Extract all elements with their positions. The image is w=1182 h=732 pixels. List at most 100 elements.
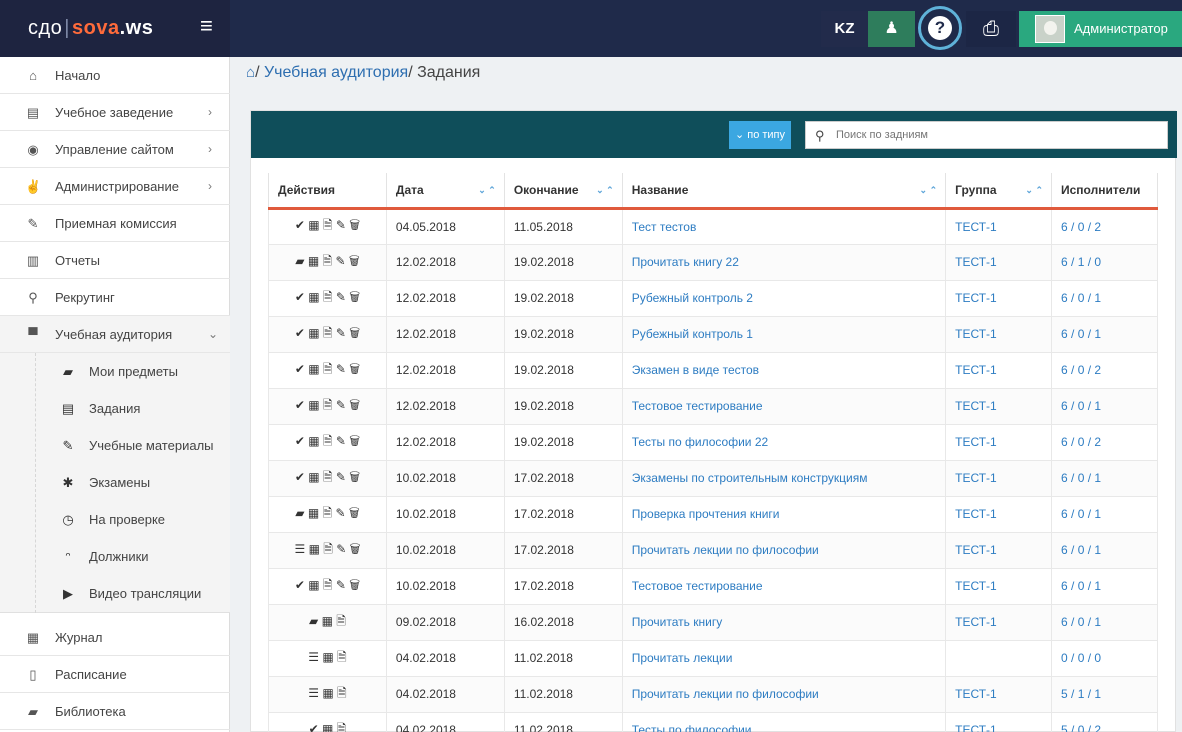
sidebar-item-journal[interactable]: ▦ Журнал (0, 619, 230, 656)
group-link[interactable]: ТЕСТ-1 (955, 399, 997, 413)
sidebar-item-schedule[interactable]: ▯ Расписание (0, 656, 230, 693)
group-link[interactable]: ТЕСТ-1 (955, 507, 997, 521)
table-row[interactable]: ☰ ▦ 🗎 04.02.2018 11.02.2018 Прочитать лекци… (268, 675, 1158, 713)
task-link[interactable]: Тесты по философии (632, 723, 752, 732)
task-link[interactable]: Тестовое тестирование (632, 579, 763, 593)
table-row[interactable]: ✔ ▦ 🗎 ✎ 🗑 12.02.2018 19.02.2018 Рубежный ко… (268, 315, 1158, 353)
action-icons[interactable]: ▰ ▦ 🗎 ✎ 🗑 (295, 252, 359, 273)
table-row[interactable]: ✔ ▦ 🗎 ✎ 🗑 12.02.2018 19.02.2018 Экзамен в в… (268, 351, 1158, 389)
table-row[interactable]: ▰ ▦ 🗎 ✎ 🗑 12.02.2018 19.02.2018 Прочитать к… (268, 243, 1158, 281)
task-link[interactable]: Прочитать книгу 22 (632, 255, 739, 269)
task-link[interactable]: Тест тестов (632, 220, 697, 234)
executors-pending[interactable]: 1 (1094, 543, 1101, 557)
action-icons[interactable]: ✔ ▦ 🗎 ✎ 🗑 (295, 432, 360, 453)
group-link[interactable]: ТЕСТ-1 (955, 435, 997, 449)
table-row[interactable]: ▰ ▦ 🗎 ✎ 🗑 10.02.2018 17.02.2018 Проверка пр… (268, 495, 1158, 533)
group-link[interactable]: ТЕСТ-1 (955, 255, 997, 269)
group-link[interactable]: ТЕСТ-1 (955, 220, 997, 234)
task-link[interactable]: Прочитать книгу (632, 615, 722, 629)
task-link[interactable]: Прочитать лекции (632, 651, 733, 665)
action-icons[interactable]: ☰ ▦ 🗎 (308, 648, 346, 669)
print-icon[interactable]: ⎙ (966, 11, 1016, 47)
executors-total[interactable]: 6 (1061, 291, 1068, 305)
executors-pending[interactable]: 0 (1094, 255, 1101, 269)
executors-total[interactable]: 6 (1061, 579, 1068, 593)
group-link[interactable]: ТЕСТ-1 (955, 543, 997, 557)
executors-pending[interactable]: 2 (1094, 363, 1101, 377)
submenu-item-tasks[interactable]: ▤ Задания (0, 390, 230, 427)
sort-icon[interactable]: ⌄ ⌃ (920, 185, 938, 196)
table-row[interactable]: ✔ ▦ 🗎 ✎ 🗑 10.02.2018 17.02.2018 Тестовое те… (268, 567, 1158, 605)
executors-pending[interactable]: 2 (1094, 220, 1101, 234)
executors-pending[interactable]: 1 (1094, 399, 1101, 413)
admin-menu[interactable]: Администратор (1019, 11, 1182, 47)
sidebar-item-administration[interactable]: ✌ Администрирование › (0, 168, 230, 205)
action-icons[interactable]: ✔ ▦ 🗎 ✎ 🗑 (295, 468, 360, 489)
task-link[interactable]: Экзамен в виде тестов (632, 363, 759, 377)
sort-icon[interactable]: ⌄ ⌃ (596, 185, 614, 196)
group-link[interactable]: ТЕСТ-1 (955, 615, 997, 629)
action-icons[interactable]: ✔ ▦ 🗎 (309, 720, 347, 732)
table-row[interactable]: ✔ ▦ 🗎 ✎ 🗑 04.05.2018 11.05.2018 Тест тестов… (268, 207, 1158, 245)
group-link[interactable]: ТЕСТ-1 (955, 579, 997, 593)
table-row[interactable]: ✔ ▦ 🗎 ✎ 🗑 12.02.2018 19.02.2018 Тестовое те… (268, 387, 1158, 425)
executors-total[interactable]: 6 (1061, 363, 1068, 377)
executors-total[interactable]: 6 (1061, 327, 1068, 341)
submenu-item-my-subjects[interactable]: ▰ Мои предметы (0, 353, 230, 390)
help-button[interactable]: ? (918, 6, 962, 50)
executors-total[interactable]: 6 (1061, 255, 1068, 269)
action-icons[interactable]: ✔ ▦ 🗎 ✎ 🗑 (295, 324, 360, 345)
col-end-date[interactable]: Окончание ⌄ ⌃ (503, 173, 623, 210)
search-input[interactable] (836, 127, 1156, 143)
table-row[interactable]: ☰ ▦ 🗎 ✎ 🗑 10.02.2018 17.02.2018 Прочитать л… (268, 531, 1158, 569)
sidebar-item-reports[interactable]: ▥ Отчеты (0, 242, 230, 279)
executors-total[interactable]: 0 (1061, 651, 1068, 665)
group-link[interactable]: ТЕСТ-1 (955, 471, 997, 485)
group-link[interactable]: ТЕСТ-1 (955, 687, 997, 701)
table-row[interactable]: ✔ ▦ 🗎 ✎ 🗑 12.02.2018 19.02.2018 Рубежный ко… (268, 279, 1158, 317)
executors-total[interactable]: 6 (1061, 471, 1068, 485)
executors-total[interactable]: 5 (1061, 723, 1068, 732)
submenu-item-debtors[interactable]: ᵔ Должники (0, 538, 230, 575)
action-icons[interactable]: ✔ ▦ 🗎 ✎ 🗑 (295, 288, 360, 309)
table-row[interactable]: ▰ ▦ 🗎 09.02.2018 16.02.2018 Прочитать книгу… (268, 603, 1158, 641)
action-icons[interactable]: ☰ ▦ 🗎 (308, 684, 346, 705)
table-row[interactable]: ✔ ▦ 🗎 ✎ 🗑 12.02.2018 19.02.2018 Тесты по фи… (268, 423, 1158, 461)
executors-pending[interactable]: 1 (1094, 291, 1101, 305)
executors-pending[interactable]: 1 (1094, 507, 1101, 521)
action-icons[interactable]: ▰ ▦ 🗎 ✎ 🗑 (295, 504, 359, 525)
col-date[interactable]: Дата ⌄ ⌃ (385, 173, 505, 210)
group-link[interactable]: ТЕСТ-1 (955, 363, 997, 377)
executors-total[interactable]: 6 (1061, 435, 1068, 449)
executors-total[interactable]: 6 (1061, 507, 1068, 521)
executors-total[interactable]: 6 (1061, 399, 1068, 413)
executors-pending[interactable]: 1 (1094, 471, 1101, 485)
executors-total[interactable]: 6 (1061, 220, 1068, 234)
executors-pending[interactable]: 0 (1094, 651, 1101, 665)
executors-total[interactable]: 6 (1061, 615, 1068, 629)
task-link[interactable]: Проверка прочтения книги (632, 507, 780, 521)
sidebar-item-classroom[interactable]: ▀ Учебная аудитория ⌄ (0, 316, 230, 353)
executors-total[interactable]: 5 (1061, 687, 1068, 701)
group-link[interactable]: ТЕСТ-1 (955, 291, 997, 305)
task-link[interactable]: Рубежный контроль 1 (632, 327, 753, 341)
task-link[interactable]: Тесты по философии 22 (632, 435, 768, 449)
action-icons[interactable]: ▰ ▦ 🗎 (309, 612, 346, 633)
executors-pending[interactable]: 2 (1094, 435, 1101, 449)
action-icons[interactable]: ✔ ▦ 🗎 ✎ 🗑 (295, 576, 360, 597)
col-name[interactable]: Название ⌄ ⌃ (621, 173, 947, 210)
sidebar-item-home[interactable]: ⌂ Начало (0, 57, 230, 94)
sidebar-item-recruiting[interactable]: ⚲ Рекрутинг (0, 279, 230, 316)
home-icon[interactable]: ⌂ (246, 64, 255, 81)
executors-pending[interactable]: 1 (1094, 687, 1101, 701)
executors-pending[interactable]: 1 (1094, 579, 1101, 593)
executors-total[interactable]: 6 (1061, 543, 1068, 557)
submenu-item-video[interactable]: ▶ Видео трансляции (0, 575, 230, 612)
brand[interactable]: сдо | sova.ws ≡ (0, 0, 230, 57)
submenu-item-exams[interactable]: ✱ Экзамены (0, 464, 230, 501)
sort-icon[interactable]: ⌄ ⌃ (1025, 185, 1043, 196)
action-icons[interactable]: ✔ ▦ 🗎 ✎ 🗑 (295, 396, 360, 417)
sidebar-item-admissions[interactable]: ✎ Приемная комиссия (0, 205, 230, 242)
executors-pending[interactable]: 1 (1094, 327, 1101, 341)
table-row[interactable]: ✔ ▦ 🗎 ✎ 🗑 10.02.2018 17.02.2018 Экзамены по… (268, 459, 1158, 497)
